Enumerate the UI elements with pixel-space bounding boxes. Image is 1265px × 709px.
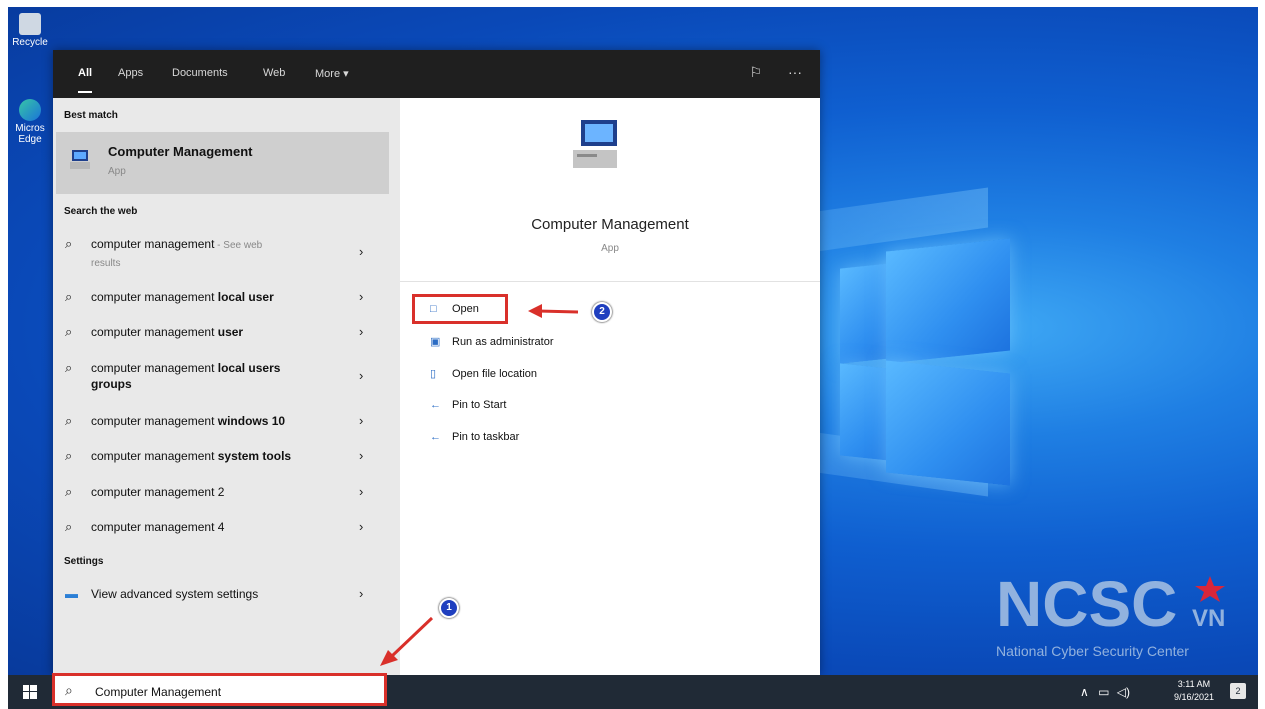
volume-icon[interactable]: ◁)	[1117, 685, 1130, 699]
network-icon[interactable]: ▭	[1098, 685, 1109, 699]
clock[interactable]: 3:11 AM 9/16/2021	[1174, 678, 1214, 704]
annotation-overlay	[380, 304, 579, 666]
search-input[interactable]: Computer Management	[95, 685, 221, 699]
chevron-up-icon[interactable]: ∧	[1080, 685, 1089, 699]
windows-start-icon[interactable]	[23, 685, 37, 699]
search-icon: ⌕	[65, 682, 73, 698]
clock-date: 9/16/2021	[1173, 692, 1214, 702]
arrow-head-icon	[528, 304, 542, 318]
clock-time: 3:11 AM	[1177, 679, 1211, 689]
callout-1: 1	[439, 598, 459, 618]
arrow-line	[390, 616, 434, 658]
arrow-line	[537, 309, 579, 314]
notification-icon[interactable]: 2	[1230, 683, 1246, 699]
screenshot-frame: Recycle Micros Edge NCSC VN National Cyb…	[0, 0, 1265, 709]
notification-count: 2	[1235, 686, 1241, 696]
tray-icons: ∧ ▭ ◁)	[1080, 685, 1130, 699]
taskbar-search-box[interactable]: ⌕ Computer Management	[52, 673, 387, 706]
callout-2: 2	[592, 302, 612, 322]
